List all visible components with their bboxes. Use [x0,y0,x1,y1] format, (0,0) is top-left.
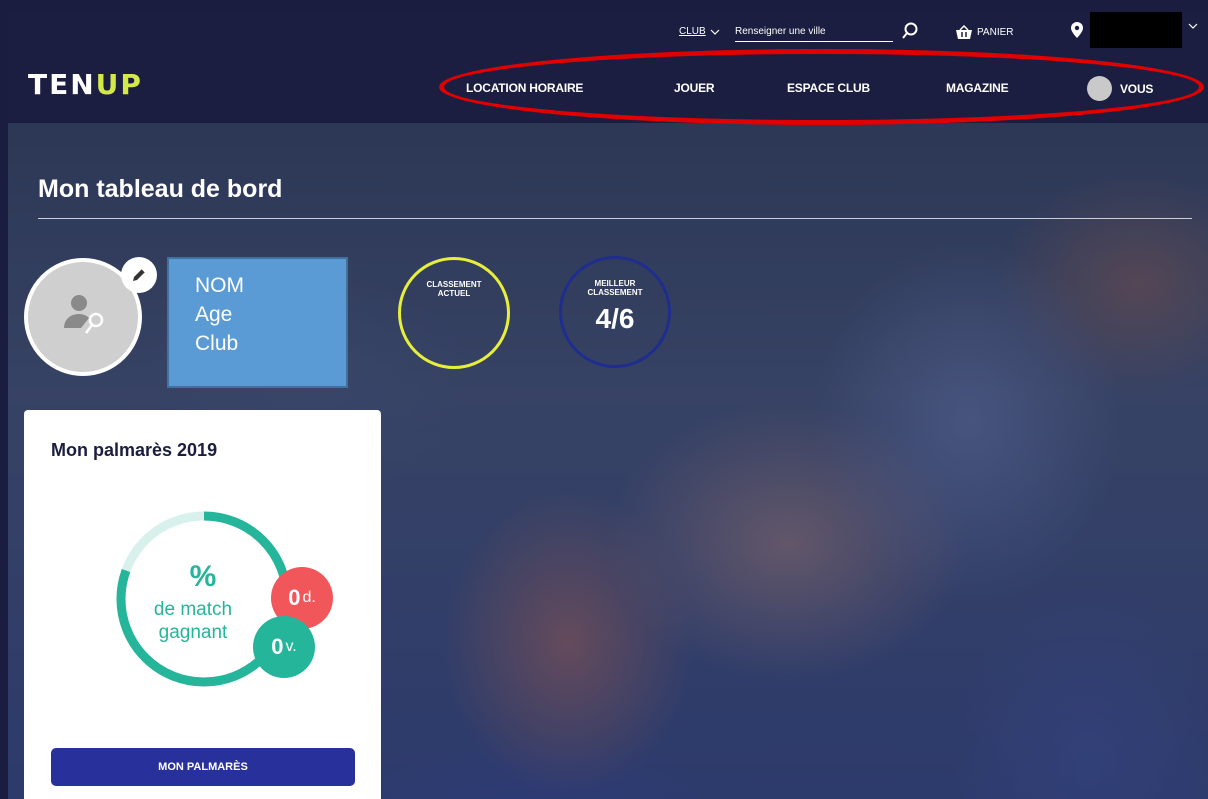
edit-profile-button[interactable] [121,257,157,293]
nav-vous-label: VOUS [1120,81,1154,96]
location-button[interactable] [1071,22,1083,38]
victories-count: 0 [271,634,284,659]
cart-link[interactable]: PANIER [955,25,1014,39]
current-ranking-label-line1: CLASSEMENT [426,280,482,289]
basket-icon [956,25,972,39]
map-pin-icon [1071,22,1083,38]
profile-club: Club [195,332,239,355]
chevron-down-icon [710,29,720,35]
current-ranking-badge: CLASSEMENT ACTUEL [398,257,510,369]
mon-palmares-button[interactable]: MON PALMARÈS [51,748,355,786]
cart-label: PANIER [977,26,1014,38]
defeats-suffix: d. [302,589,316,606]
city-search-input[interactable] [735,22,893,42]
best-ranking-badge: MEILLEUR CLASSEMENT 4/6 [559,256,671,368]
club-select[interactable]: CLUB [679,26,720,37]
nav-location-horaire[interactable]: LOCATION HORAIRE [466,81,583,95]
defeats-count: 0 [288,585,301,610]
search-button[interactable] [901,22,919,40]
palmares-card: Mon palmarès 2019 % de match gagnant 0 d.… [24,410,381,799]
nav-jouer[interactable]: JOUER [674,81,715,95]
victories-suffix: v. [285,638,297,655]
tenup-logo[interactable]: TENUP [28,68,143,101]
chevron-down-icon [1188,23,1198,29]
current-ranking-label: CLASSEMENT ACTUEL [401,280,507,298]
win-percent-label-line2: gagnant [158,622,228,643]
logo-up: UP [95,68,143,101]
nav-vous[interactable]: VOUS [1087,76,1153,101]
pencil-icon [133,268,146,281]
top-utility-bar: CLUB PANIER [8,12,1208,54]
win-percent: % [189,560,217,593]
divider [38,218,1192,219]
best-ranking-value: 4/6 [595,303,635,334]
account-menu-toggle[interactable] [1188,23,1198,29]
logo-ten: TEN [28,68,96,101]
nav-magazine[interactable]: MAGAZINE [946,81,1009,95]
best-ranking-label: MEILLEUR CLASSEMENT [562,279,668,297]
victories-badge: 0 v. [253,616,315,678]
current-ranking-label-line2: ACTUEL [437,289,471,298]
club-select-label: CLUB [679,26,706,37]
win-percent-label-line1: de match [153,599,233,620]
profile-name: NOM [195,274,244,297]
profile-age: Age [195,303,233,326]
avatar [1087,76,1112,101]
nav-espace-club[interactable]: ESPACE CLUB [787,81,870,95]
best-ranking-label-line2: CLASSEMENT [587,288,643,297]
page-title: Mon tableau de bord [38,175,283,203]
account-name-redacted[interactable] [1090,12,1182,48]
search-icon [902,22,918,39]
main-navbar: TENUP LOCATION HORAIRE JOUER ESPACE CLUB… [8,54,1208,123]
profile-info-box: NOM Age Club [167,257,348,388]
win-percent-label: de match gagnant [138,598,248,644]
palmares-title: Mon palmarès 2019 [51,440,218,460]
best-ranking-label-line1: MEILLEUR [594,279,636,288]
